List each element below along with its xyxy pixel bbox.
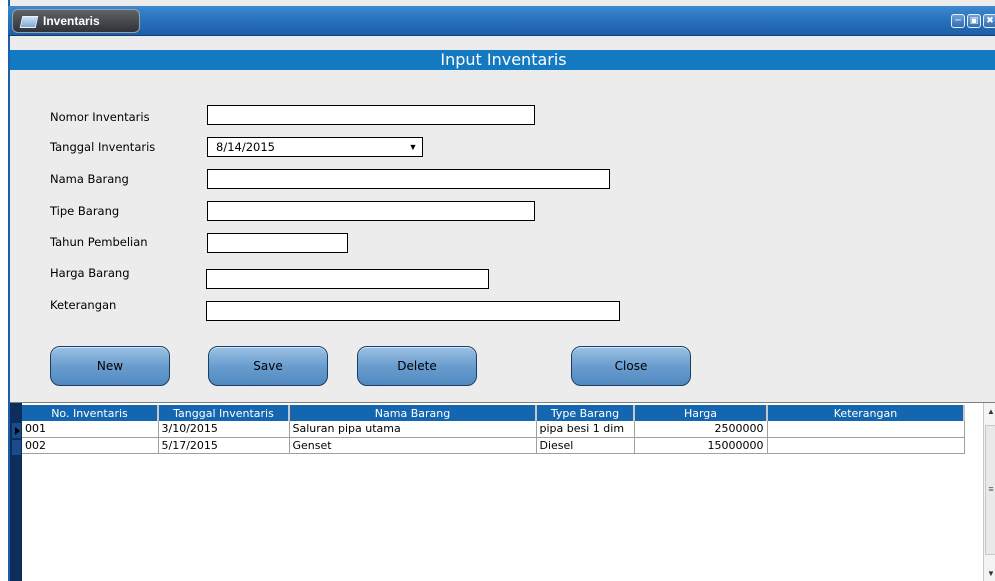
scroll-up-icon[interactable]: ▲	[986, 407, 995, 416]
label-nama-barang: Nama Barang	[50, 172, 129, 186]
label-harga-barang: Harga Barang	[50, 266, 130, 280]
dropdown-arrow-icon[interactable]: ▼	[406, 140, 420, 154]
table-row[interactable]: 002 5/17/2015 Genset Diesel 15000000	[22, 437, 965, 454]
cell-nama-barang[interactable]: Saluran pipa utama	[289, 421, 537, 438]
table-row[interactable]: 001 3/10/2015 Saluran pipa utama pipa be…	[22, 421, 965, 438]
save-button[interactable]: Save	[208, 346, 328, 386]
inventaris-window: Inventaris ─ ▣ ✖ Input Inventaris Nomor …	[8, 0, 995, 581]
tanggal-inventaris-picker[interactable]: 8/14/2015 ▼	[207, 137, 423, 157]
cell-harga[interactable]: 2500000	[634, 421, 768, 438]
row-selector[interactable]	[12, 423, 21, 438]
label-tipe-barang: Tipe Barang	[50, 204, 120, 218]
tipe-barang-input[interactable]	[207, 201, 535, 221]
cell-nama-barang[interactable]: Genset	[289, 437, 537, 454]
label-nomor-inventaris: Nomor Inventaris	[50, 110, 150, 124]
nomor-inventaris-input[interactable]	[207, 105, 535, 125]
cell-keterangan[interactable]	[767, 421, 965, 438]
minimize-icon[interactable]: ─	[951, 14, 965, 28]
close-button[interactable]: Close	[571, 346, 691, 386]
cell-tanggal[interactable]: 5/17/2015	[158, 437, 290, 454]
cell-harga[interactable]: 15000000	[634, 437, 768, 454]
cell-type-barang[interactable]: Diesel	[536, 437, 635, 454]
cell-keterangan[interactable]	[767, 437, 965, 454]
grid-header-row: No. Inventaris Tanggal Inventaris Nama B…	[22, 405, 965, 421]
column-header[interactable]: Nama Barang	[289, 405, 537, 421]
current-row-icon	[15, 427, 20, 435]
app-icon	[21, 15, 37, 27]
column-header[interactable]: Tanggal Inventaris	[158, 405, 290, 421]
grid-table: No. Inventaris Tanggal Inventaris Nama B…	[22, 405, 965, 454]
title-bar[interactable]: Inventaris ─ ▣ ✖	[8, 6, 995, 36]
column-header[interactable]: No. Inventaris	[22, 405, 159, 421]
inventaris-grid[interactable]: No. Inventaris Tanggal Inventaris Nama B…	[10, 402, 995, 581]
tanggal-inventaris-value: 8/14/2015	[216, 140, 275, 154]
close-icon[interactable]: ✖	[983, 14, 995, 28]
maximize-icon[interactable]: ▣	[967, 14, 981, 28]
cell-tanggal[interactable]: 3/10/2015	[158, 421, 290, 438]
vertical-scrollbar[interactable]: ▲ ≡ ▼	[983, 403, 995, 581]
label-tahun-pembelian: Tahun Pembelian	[50, 235, 148, 249]
cell-no-inventaris[interactable]: 001	[22, 421, 159, 438]
new-button[interactable]: New	[50, 346, 170, 386]
column-header[interactable]: Harga	[634, 405, 768, 421]
window-controls: ─ ▣ ✖	[951, 14, 995, 28]
column-header[interactable]: Keterangan	[767, 405, 965, 421]
column-header[interactable]: Type Barang	[536, 405, 635, 421]
scroll-down-icon[interactable]: ▼	[986, 569, 995, 578]
harga-barang-input[interactable]	[206, 269, 489, 289]
cell-no-inventaris[interactable]: 002	[22, 437, 159, 454]
window-title: Inventaris	[43, 14, 100, 28]
window-title-tab: Inventaris	[12, 9, 140, 33]
grip-icon: ≡	[988, 484, 994, 494]
scroll-thumb[interactable]: ≡	[985, 425, 995, 555]
keterangan-input[interactable]	[206, 301, 620, 321]
label-tanggal-inventaris: Tanggal Inventaris	[50, 140, 156, 154]
label-keterangan: Keterangan	[50, 298, 117, 312]
cell-type-barang[interactable]: pipa besi 1 dim	[536, 421, 635, 438]
row-selector[interactable]	[12, 440, 21, 455]
delete-button[interactable]: Delete	[357, 346, 477, 386]
form-header: Input Inventaris	[10, 50, 995, 70]
nama-barang-input[interactable]	[207, 169, 610, 189]
tahun-pembelian-input[interactable]	[207, 233, 348, 253]
